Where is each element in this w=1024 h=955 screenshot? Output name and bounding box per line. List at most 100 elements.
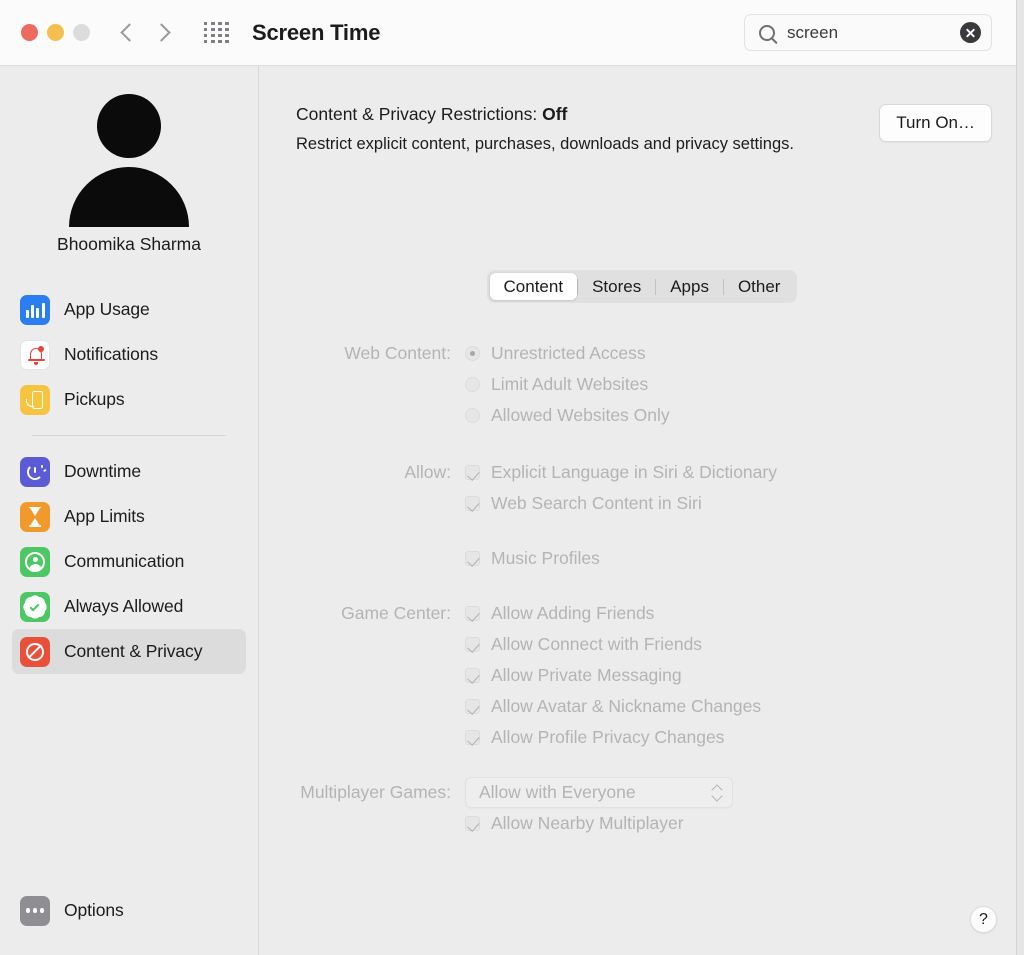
option-label: Allow Avatar & Nickname Changes: [491, 691, 761, 722]
tab-stores[interactable]: Stores: [578, 273, 655, 300]
option-label: Allow Adding Friends: [491, 598, 654, 629]
select-value: Allow with Everyone: [479, 777, 711, 808]
checkbox-explicit-language-siri-dictionary[interactable]: Explicit Language in Siri & Dictionary: [465, 457, 777, 488]
row-label: Web Content:: [260, 338, 465, 369]
sidebar-item-always-allowed[interactable]: Always Allowed: [12, 584, 246, 629]
multiplayer-games-popup-wrapper: Allow with Everyone: [465, 777, 733, 808]
window-controls: [21, 24, 90, 41]
chevron-right-icon[interactable]: [157, 22, 170, 44]
clear-search-icon[interactable]: [960, 22, 981, 43]
checkbox-icon[interactable]: [465, 816, 480, 831]
sidebar-nav: App Usage Notifications Pickups Down: [0, 287, 258, 674]
sidebar-item-label: App Limits: [64, 506, 145, 527]
checkbox-allow-connect-with-friends[interactable]: Allow Connect with Friends: [465, 629, 761, 660]
person-silhouette-icon: [65, 92, 193, 220]
notifications-icon: [20, 340, 50, 370]
row-label: Game Center:: [260, 598, 465, 629]
sidebar-item-pickups[interactable]: Pickups: [12, 377, 246, 422]
downtime-icon: [20, 457, 50, 487]
content-pane: Content & Privacy Restrictions: Off Rest…: [260, 66, 1024, 955]
option-label: Allowed Websites Only: [491, 400, 670, 431]
search-icon: [759, 25, 775, 41]
sidebar-divider: [32, 435, 226, 436]
tab-bar: Content Stores Apps Other: [487, 270, 798, 303]
checkbox-icon[interactable]: [465, 496, 480, 511]
turn-on-button[interactable]: Turn On…: [879, 104, 992, 142]
row-label: Multiplayer Games:: [260, 777, 465, 808]
checkbox-allow-profile-privacy-changes[interactable]: Allow Profile Privacy Changes: [465, 722, 761, 753]
app-limits-icon: [20, 502, 50, 532]
tab-bar-wrapper: Content Stores Apps Other: [260, 270, 1024, 303]
restrictions-title: Content & Privacy Restrictions:: [296, 104, 537, 124]
radio-icon[interactable]: [465, 346, 480, 361]
option-label: Allow Nearby Multiplayer: [491, 808, 684, 839]
sidebar-item-label: Content & Privacy: [64, 641, 202, 662]
checkbox-icon[interactable]: [465, 668, 480, 683]
checkbox-icon[interactable]: [465, 551, 480, 566]
checkbox-icon[interactable]: [465, 465, 480, 480]
sidebar-item-content-privacy[interactable]: Content & Privacy: [12, 629, 246, 674]
user-profile: Bhoomika Sharma: [0, 92, 258, 255]
sidebar: Bhoomika Sharma App Usage Notifications: [0, 66, 259, 955]
radio-limit-adult-websites[interactable]: Limit Adult Websites: [465, 369, 670, 400]
screen-time-window: Screen Time screen Bhoomika Sharma App U…: [0, 0, 1024, 955]
tab-apps[interactable]: Apps: [656, 273, 723, 300]
checkbox-allow-private-messaging[interactable]: Allow Private Messaging: [465, 660, 761, 691]
radio-unrestricted-access[interactable]: Unrestricted Access: [465, 338, 670, 369]
checkbox-web-search-content-siri[interactable]: Web Search Content in Siri: [465, 488, 777, 519]
minimize-button[interactable]: [47, 24, 64, 41]
sidebar-item-label: Notifications: [64, 344, 158, 365]
checkbox-icon[interactable]: [465, 637, 480, 652]
radio-allowed-websites-only[interactable]: Allowed Websites Only: [465, 400, 670, 431]
help-button[interactable]: ?: [970, 906, 997, 933]
row-multiplayer-games: Multiplayer Games: Allow with Everyone A…: [260, 777, 1024, 839]
section-spacer: [260, 519, 1024, 543]
sidebar-item-communication[interactable]: Communication: [12, 539, 246, 584]
navigation-arrows: [122, 22, 170, 44]
grid-apps-icon[interactable]: [204, 22, 230, 44]
sidebar-item-options[interactable]: Options: [12, 888, 247, 933]
checkbox-allow-adding-friends[interactable]: Allow Adding Friends: [465, 598, 761, 629]
checkbox-icon[interactable]: [465, 606, 480, 621]
radio-icon[interactable]: [465, 377, 480, 392]
sidebar-item-app-limits[interactable]: App Limits: [12, 494, 246, 539]
section-spacer: [260, 574, 1024, 598]
sidebar-item-label: Always Allowed: [64, 596, 183, 617]
window-titlebar: Screen Time screen: [0, 0, 1024, 66]
radio-icon[interactable]: [465, 408, 480, 423]
tab-content[interactable]: Content: [490, 273, 578, 300]
option-label: Explicit Language in Siri & Dictionary: [491, 457, 777, 488]
multiplayer-games-select[interactable]: Allow with Everyone: [465, 777, 733, 808]
option-label: Allow Connect with Friends: [491, 629, 702, 660]
option-label: Web Search Content in Siri: [491, 488, 702, 519]
tab-other[interactable]: Other: [724, 273, 795, 300]
checkbox-allow-avatar-nickname-changes[interactable]: Allow Avatar & Nickname Changes: [465, 691, 761, 722]
page-title: Screen Time: [252, 20, 380, 46]
sidebar-item-label: App Usage: [64, 299, 150, 320]
communication-icon: [20, 547, 50, 577]
checkbox-allow-nearby-multiplayer[interactable]: Allow Nearby Multiplayer: [465, 808, 733, 839]
sidebar-item-app-usage[interactable]: App Usage: [12, 287, 246, 332]
user-name: Bhoomika Sharma: [57, 234, 201, 255]
row-music-profiles: Music Profiles: [260, 543, 1024, 574]
row-web-content: Web Content: Unrestricted Access Limit A…: [260, 338, 1024, 431]
section-spacer: [260, 753, 1024, 777]
sidebar-item-notifications[interactable]: Notifications: [12, 332, 246, 377]
option-label: Limit Adult Websites: [491, 369, 648, 400]
content-privacy-icon: [20, 637, 50, 667]
option-label: Allow Profile Privacy Changes: [491, 722, 724, 753]
zoom-button: [73, 24, 90, 41]
checkbox-icon[interactable]: [465, 730, 480, 745]
background-window-edge: [1016, 0, 1024, 955]
pickups-icon: [20, 385, 50, 415]
chevron-updown-icon[interactable]: [711, 783, 723, 802]
sidebar-item-label: Communication: [64, 551, 184, 572]
checkbox-icon[interactable]: [465, 699, 480, 714]
close-button[interactable]: [21, 24, 38, 41]
chevron-left-icon[interactable]: [122, 22, 135, 44]
sidebar-item-downtime[interactable]: Downtime: [12, 449, 246, 494]
search-field[interactable]: screen: [744, 14, 992, 51]
row-allow: Allow: Explicit Language in Siri & Dicti…: [260, 457, 1024, 519]
search-input[interactable]: screen: [787, 23, 960, 43]
checkbox-music-profiles[interactable]: Music Profiles: [465, 543, 600, 574]
